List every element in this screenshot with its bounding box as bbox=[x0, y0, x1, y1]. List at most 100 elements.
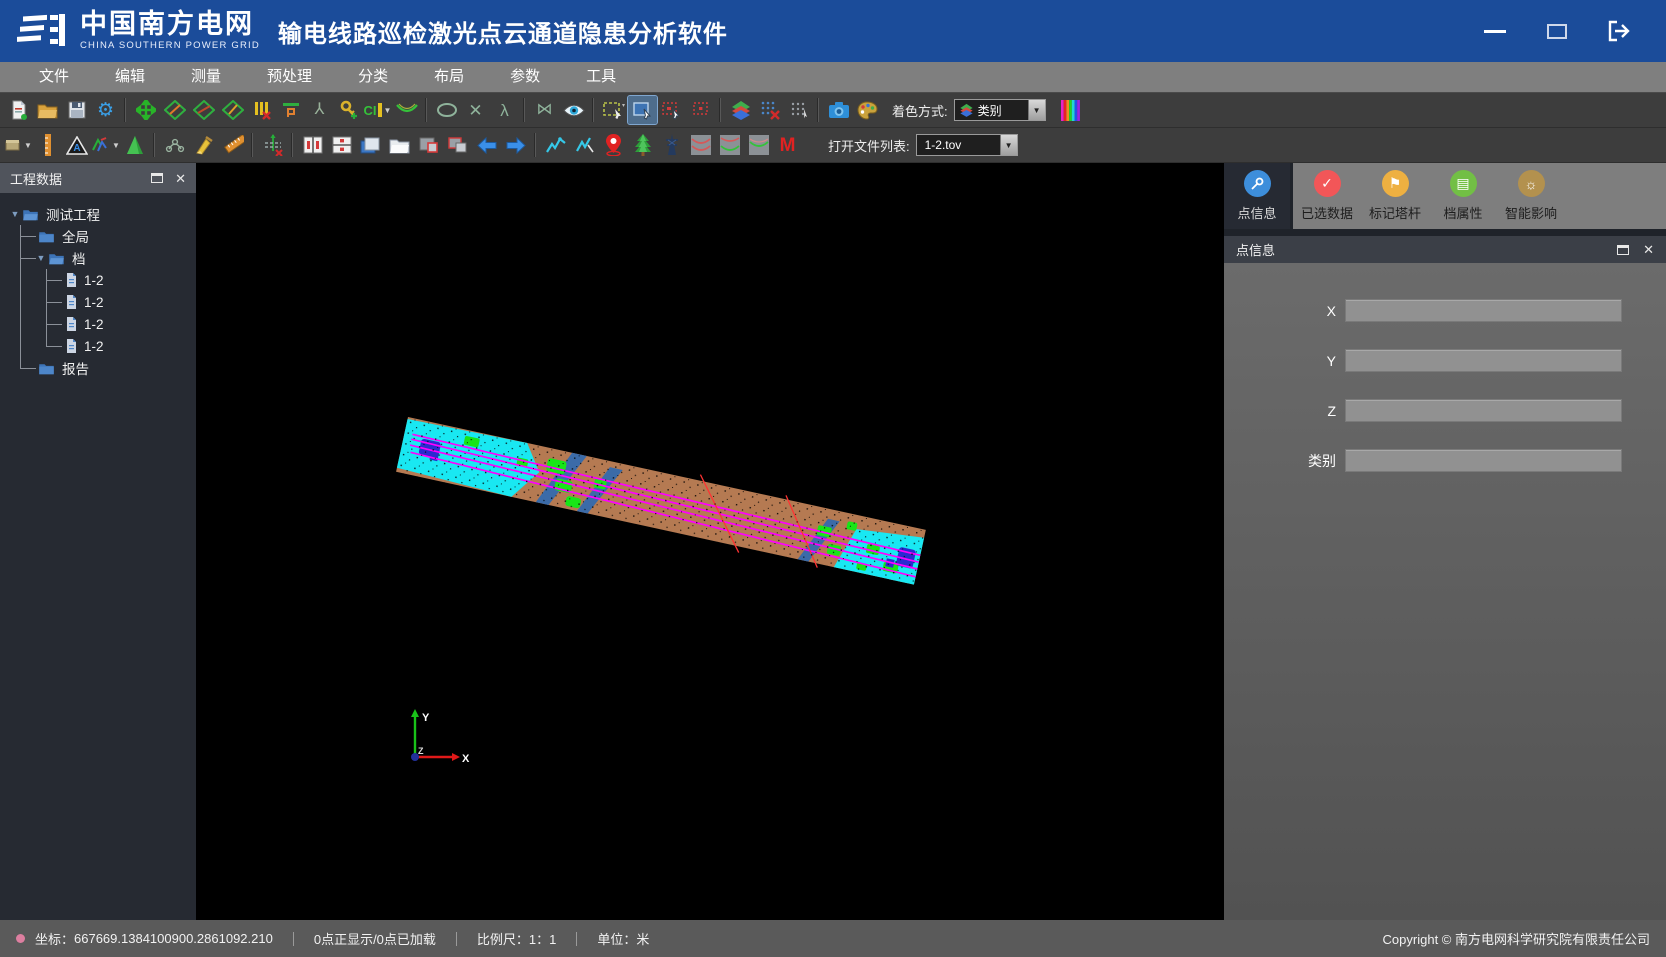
tower-marker-icon[interactable] bbox=[657, 131, 686, 159]
polyline-modes-icon[interactable]: ▼ bbox=[91, 131, 120, 159]
open-file-select[interactable]: 1-2.tov ▼ bbox=[916, 134, 1018, 156]
menu-file[interactable]: 文件 bbox=[16, 62, 92, 92]
box-mode-icon[interactable]: ▼ bbox=[4, 131, 33, 159]
new-file-icon[interactable] bbox=[4, 96, 33, 124]
split-horizontal-icon[interactable] bbox=[327, 131, 356, 159]
undo-arrow-icon[interactable] bbox=[472, 131, 501, 159]
move-tool-icon[interactable] bbox=[131, 96, 160, 124]
tab-strip: ✓ 已选数据 ⚑ 标记塔杆 ▤ 档属性 ☼ 智能影响 bbox=[1293, 163, 1666, 229]
coord-value: 667669.1384100900.2861092.210 bbox=[74, 931, 273, 946]
save-icon[interactable] bbox=[62, 96, 91, 124]
menu-layout[interactable]: 布局 bbox=[411, 62, 487, 92]
delete-lines-icon[interactable] bbox=[247, 96, 276, 124]
menu-edit[interactable]: 编辑 bbox=[92, 62, 168, 92]
split-vertical-icon[interactable] bbox=[298, 131, 327, 159]
ellipse-select-icon[interactable] bbox=[432, 96, 461, 124]
rect-select-points-icon[interactable] bbox=[628, 96, 657, 124]
caret-down-icon[interactable]: ▼ bbox=[8, 209, 22, 219]
tab-point-info[interactable]: 点信息 bbox=[1224, 163, 1290, 229]
copy-views-icon[interactable] bbox=[356, 131, 385, 159]
caret-down-icon[interactable]: ▼ bbox=[34, 253, 48, 263]
color-mode-select[interactable]: 类别 ▼ bbox=[954, 99, 1046, 121]
plumb-line-icon[interactable]: λ bbox=[490, 96, 519, 124]
file-icon bbox=[66, 295, 77, 309]
y-field-input[interactable] bbox=[1345, 349, 1622, 372]
danger-triangle-icon[interactable]: A bbox=[62, 131, 91, 159]
catenary-danger-icon[interactable] bbox=[686, 131, 715, 159]
open-folder-icon[interactable] bbox=[33, 96, 62, 124]
classify-custom-icon[interactable] bbox=[218, 96, 247, 124]
angle-measure-icon[interactable]: ⅄ bbox=[305, 96, 334, 124]
app-title: 输电线路巡检激光点云通道隐患分析软件 bbox=[278, 14, 728, 49]
polyline-draw-icon[interactable] bbox=[541, 131, 570, 159]
pip-swap-icon[interactable] bbox=[443, 131, 472, 159]
redo-arrow-icon[interactable] bbox=[501, 131, 530, 159]
menu-parameters[interactable]: 参数 bbox=[487, 62, 563, 92]
menu-tools[interactable]: 工具 bbox=[563, 62, 639, 92]
delete-cross-icon[interactable]: ✕ bbox=[461, 96, 490, 124]
key-permission-icon[interactable] bbox=[334, 96, 363, 124]
menu-classify[interactable]: 分类 bbox=[335, 62, 411, 92]
catenary-fit-icon[interactable] bbox=[392, 96, 421, 124]
classify-ground-icon[interactable] bbox=[189, 96, 218, 124]
swap-view-icon[interactable]: ⋈ bbox=[530, 96, 559, 124]
tree-item-file-1[interactable]: 1-2 bbox=[0, 269, 196, 291]
category-field-input[interactable] bbox=[1345, 449, 1622, 472]
node-graph-icon[interactable] bbox=[160, 131, 189, 159]
palette-icon[interactable] bbox=[853, 96, 882, 124]
exit-button[interactable] bbox=[1606, 20, 1632, 42]
colorbar-icon[interactable] bbox=[1056, 96, 1085, 124]
screenshot-camera-icon[interactable] bbox=[824, 96, 853, 124]
ruler-diagonal-icon[interactable] bbox=[218, 131, 247, 159]
maximize-button[interactable] bbox=[1544, 20, 1570, 42]
tab-smart-impact[interactable]: ☼ 智能影响 bbox=[1497, 163, 1565, 229]
broom-clean-icon[interactable] bbox=[189, 131, 218, 159]
polyline-edit-icon[interactable] bbox=[570, 131, 599, 159]
tree-item-project[interactable]: ▼ 测试工程 bbox=[0, 203, 196, 225]
tree-item-file-4[interactable]: 1-2 bbox=[0, 335, 196, 357]
tree-guide-line bbox=[46, 324, 62, 325]
ruler-vertical-icon[interactable] bbox=[33, 131, 62, 159]
catenary-clearance-icon[interactable] bbox=[744, 131, 773, 159]
status-separator bbox=[576, 932, 577, 946]
tree-item-file-3[interactable]: 1-2 bbox=[0, 313, 196, 335]
toolbar-separator bbox=[154, 133, 155, 157]
tab-label: 标记塔杆 bbox=[1369, 203, 1421, 222]
z-field-input[interactable] bbox=[1345, 399, 1622, 422]
delete-points-grid-icon[interactable] bbox=[755, 96, 784, 124]
x-field-input[interactable] bbox=[1345, 299, 1622, 322]
menu-measure[interactable]: 测量 bbox=[168, 62, 244, 92]
polygon-select-points-icon[interactable] bbox=[657, 96, 686, 124]
tree-item-file-2[interactable]: 1-2 bbox=[0, 291, 196, 313]
settings-gear-icon[interactable]: ⚙ bbox=[91, 96, 120, 124]
undock-panel-icon[interactable] bbox=[1617, 245, 1629, 255]
tree-marker-icon[interactable] bbox=[628, 131, 657, 159]
location-pin-icon[interactable] bbox=[599, 131, 628, 159]
menu-preprocess[interactable]: 预处理 bbox=[244, 62, 335, 92]
profile-measure-icon[interactable] bbox=[276, 96, 305, 124]
minimize-button[interactable] bbox=[1482, 20, 1508, 42]
visibility-eye-icon[interactable] bbox=[559, 96, 588, 124]
right-tabbar: 点信息 ✓ 已选数据 ⚑ 标记塔杆 ▤ 档属性 ☼ 智能影响 bbox=[1224, 163, 1666, 229]
pip-view-icon[interactable] bbox=[414, 131, 443, 159]
close-panel-icon[interactable]: ✕ bbox=[1643, 243, 1654, 256]
folder-views-icon[interactable] bbox=[385, 131, 414, 159]
tab-span-attrs[interactable]: ▤ 档属性 bbox=[1429, 163, 1497, 229]
z-field-label: Z bbox=[1224, 403, 1345, 419]
class-layers-icon[interactable] bbox=[726, 96, 755, 124]
classify-area-icon[interactable] bbox=[160, 96, 189, 124]
close-panel-icon[interactable]: ✕ bbox=[175, 172, 186, 185]
cone-marker-icon[interactable] bbox=[120, 131, 149, 159]
viewport-canvas[interactable]: Y X Z bbox=[196, 163, 1224, 920]
ci-classify-icon[interactable]: CI ▼ bbox=[363, 96, 392, 124]
tab-selected-data[interactable]: ✓ 已选数据 bbox=[1293, 163, 1361, 229]
points-grid-icon[interactable] bbox=[784, 96, 813, 124]
rect-select-icon[interactable] bbox=[599, 96, 628, 124]
point-select-icon[interactable] bbox=[686, 96, 715, 124]
catenary-safe-icon[interactable] bbox=[715, 131, 744, 159]
measure-m-icon[interactable]: M bbox=[773, 131, 802, 159]
undock-panel-icon[interactable] bbox=[151, 173, 163, 183]
statusbar: 坐标： 667669.1384100900.2861092.210 0点正显示/… bbox=[0, 920, 1666, 957]
tab-mark-tower[interactable]: ⚑ 标记塔杆 bbox=[1361, 163, 1429, 229]
section-cut-icon[interactable] bbox=[258, 131, 287, 159]
